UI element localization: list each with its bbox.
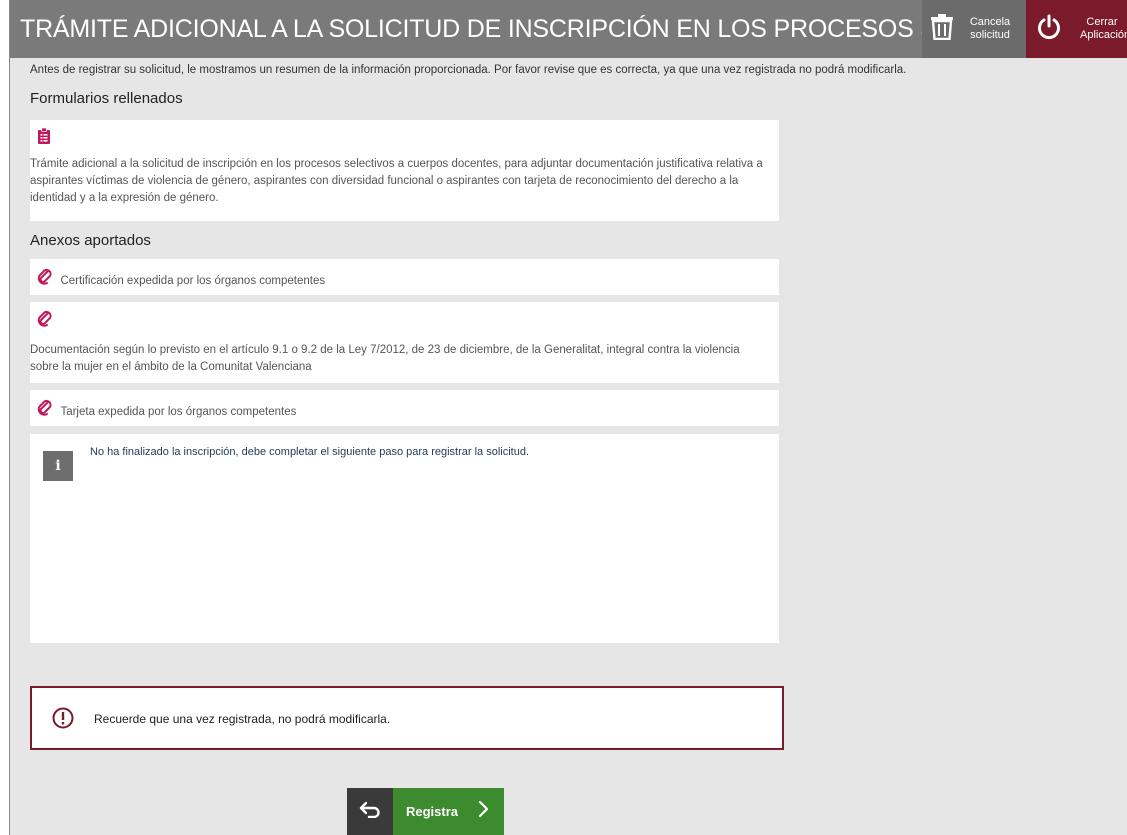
warning-message: Recuerde que una vez registrada, no podr… bbox=[94, 712, 391, 726]
back-button[interactable] bbox=[347, 788, 393, 835]
annex-item-documentation: Documentación según lo previsto en el ar… bbox=[30, 302, 779, 383]
info-icon: i bbox=[43, 451, 73, 481]
form-card: Trámite adicional a la solicitud de insc… bbox=[30, 120, 779, 221]
paperclip-icon bbox=[37, 310, 779, 332]
cancel-request-label: Cancela solicitud bbox=[969, 16, 1011, 41]
forms-section-title: Formularios rellenados bbox=[30, 90, 183, 107]
paperclip-icon bbox=[37, 268, 53, 291]
paperclip-icon bbox=[37, 399, 53, 422]
warning-panel: Recuerde que una vez registrada, no podr… bbox=[30, 686, 784, 750]
exclamation-circle-icon bbox=[52, 707, 74, 734]
close-app-button[interactable]: Cerrar Aplicación bbox=[1026, 0, 1127, 58]
register-button[interactable]: Registra bbox=[393, 788, 504, 835]
power-icon bbox=[1036, 14, 1062, 45]
close-app-label: Cerrar Aplicación bbox=[1080, 16, 1127, 41]
register-label: Registra bbox=[406, 804, 459, 819]
annex-item-card: Tarjeta expedida por los órganos compete… bbox=[30, 390, 779, 426]
annex-label: Tarjeta expedida por los órganos compete… bbox=[60, 405, 297, 418]
clipboard-icon bbox=[38, 127, 779, 148]
form-description: Trámite adicional a la solicitud de insc… bbox=[30, 158, 763, 204]
info-message: No ha finalizado la inscripción, debe co… bbox=[90, 446, 530, 458]
annex-label: Certificación expedida por los órganos c… bbox=[60, 274, 326, 287]
app-header: TRÁMITE ADICIONAL A LA SOLICITUD DE INSC… bbox=[10, 0, 1127, 58]
trash-icon bbox=[930, 13, 954, 45]
annexes-section-title: Anexos aportados bbox=[30, 232, 151, 249]
cancel-request-button[interactable]: Cancela solicitud bbox=[922, 0, 1026, 58]
page-title: TRÁMITE ADICIONAL A LA SOLICITUD DE INSC… bbox=[20, 15, 922, 43]
intro-text: Antes de registrar su solicitud, le most… bbox=[30, 64, 907, 76]
annex-item-certification: Certificación expedida por los órganos c… bbox=[30, 259, 779, 295]
info-panel: i No ha finalizado la inscripción, debe … bbox=[30, 434, 779, 643]
return-arrow-icon bbox=[359, 800, 381, 823]
annex-label: Documentación según lo previsto en el ar… bbox=[30, 344, 740, 373]
chevron-right-icon bbox=[478, 800, 504, 823]
left-frame bbox=[0, 0, 10, 835]
